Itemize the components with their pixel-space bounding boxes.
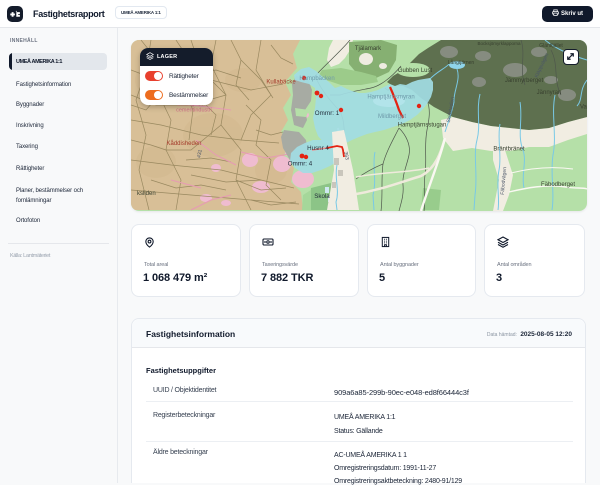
svg-text:Fäbodberget: Fäbodberget (541, 182, 575, 188)
svg-text:Husnr 4: Husnr 4 (307, 145, 329, 152)
svg-text:Långtjärnen: Långtjärnen (448, 59, 475, 66)
svg-text:ksliden: ksliden (137, 191, 156, 197)
svg-text:Jännyran: Jännyran (537, 90, 562, 96)
svg-text:Bocksjömyrklapporna: Bocksjömyrklapporna (477, 41, 521, 46)
svg-text:Omrnr: 4: Omrnr: 4 (288, 161, 313, 168)
svg-text:cementindustri: cementindustri (176, 108, 212, 114)
svg-text:Mildberget: Mildberget (378, 114, 406, 120)
svg-text:Omrnr: 1: Omrnr: 1 (315, 110, 340, 117)
svg-text:Hampbäcken: Hampbäcken (299, 76, 334, 82)
svg-text:Bräntbränet: Bräntbränet (493, 147, 525, 153)
svg-text:Gubben Lust: Gubben Lust (398, 68, 433, 74)
svg-text:Hamptjärnsmyran: Hamptjärnsmyran (367, 95, 414, 101)
svg-text:Kåddisheden: Kåddisheden (166, 140, 201, 147)
svg-text:Va: Va (580, 105, 587, 111)
svg-text:Hamptjärnsstugan: Hamptjärnsstugan (398, 123, 447, 129)
svg-text:Skola: Skola (314, 193, 330, 200)
svg-text:Gläntfjället: Gläntfjället (539, 43, 563, 49)
svg-text:Tjälamark: Tjälamark (355, 46, 382, 52)
svg-text:Kullabäcke: Kullabäcke (266, 80, 296, 86)
